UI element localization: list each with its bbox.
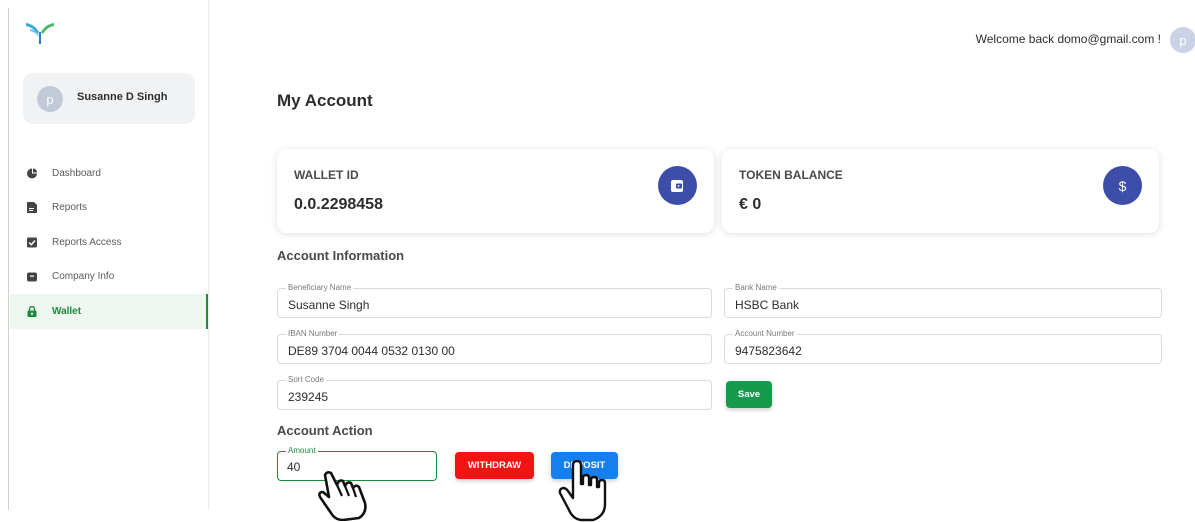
sidebar-item-dashboard[interactable]: Dashboard: [10, 156, 208, 191]
sort-code-field[interactable]: Sort Code 239245: [277, 375, 712, 410]
sort-code-value: 239245: [288, 390, 329, 404]
sidebar-item-label: Wallet: [52, 305, 82, 317]
sidebar-item-reports-access[interactable]: Reports Access: [10, 225, 208, 260]
page-title: My Account: [277, 91, 373, 110]
account-number-value: 9475823642: [735, 344, 802, 358]
window-left-edge: [8, 8, 9, 510]
token-balance-card: TOKEN BALANCE € 0 $: [722, 149, 1159, 233]
bank-name-field[interactable]: Bank Name HSBC Bank: [724, 283, 1162, 318]
save-button[interactable]: Save: [726, 381, 772, 408]
avatar: p: [37, 86, 63, 112]
account-information-heading: Account Information: [277, 248, 405, 263]
checkbox-icon: [27, 237, 37, 248]
token-balance-label: TOKEN BALANCE: [739, 168, 843, 182]
amount-value: 40: [287, 460, 301, 474]
document-icon: [27, 202, 37, 214]
amount-label: Amount: [286, 446, 318, 456]
sidebar-item-wallet[interactable]: Wallet: [10, 294, 208, 329]
beneficiary-name-label: Beneficiary Name: [286, 283, 354, 293]
briefcase-icon: [27, 272, 37, 282]
iban-number-value: DE89 3704 0044 0532 0130 00: [288, 344, 455, 358]
sidebar-item-label: Dashboard: [52, 167, 101, 179]
wallet-icon: [658, 166, 697, 205]
lock-icon: [27, 305, 37, 317]
sidebar-item-company-info[interactable]: Company Info: [10, 260, 208, 295]
sidebar-item-reports[interactable]: Reports: [10, 191, 208, 226]
pie-chart-icon: [27, 168, 37, 179]
sidebar-item-label: Reports Access: [52, 236, 122, 248]
profile-card[interactable]: p Susanne D Singh: [23, 73, 195, 124]
account-number-field[interactable]: Account Number 9475823642: [724, 329, 1162, 364]
sort-code-label: Sort Code: [286, 375, 327, 385]
wallet-id-card: WALLET ID 0.0.2298458: [277, 149, 714, 233]
welcome-text: Welcome back domo@gmail.com !: [975, 32, 1161, 46]
iban-number-field[interactable]: IBAN Number DE89 3704 0044 0532 0130 00: [277, 329, 712, 364]
bank-name-value: HSBC Bank: [735, 298, 800, 312]
user-avatar[interactable]: p: [1170, 27, 1195, 53]
profile-name: Susanne D Singh: [77, 91, 168, 103]
token-balance-value: € 0: [739, 196, 762, 213]
hand-cursor-icon: [318, 471, 367, 521]
sidebar: p Susanne D Singh Dashboard Reports Repo…: [10, 0, 209, 510]
beneficiary-name-field[interactable]: Beneficiary Name Susanne Singh: [277, 283, 712, 318]
sidebar-item-label: Reports: [52, 202, 88, 214]
account-action-heading: Account Action: [277, 423, 373, 438]
hand-pointer-cursor-icon: [558, 460, 607, 522]
bank-name-label: Bank Name: [733, 283, 779, 293]
wallet-id-value: 0.0.2298458: [294, 196, 383, 213]
wallet-id-label: WALLET ID: [294, 168, 359, 182]
app-logo[interactable]: [24, 20, 56, 46]
sidebar-item-label: Company Info: [52, 271, 115, 283]
beneficiary-name-value: Susanne Singh: [288, 298, 370, 312]
withdraw-button[interactable]: WITHDRAW: [455, 452, 534, 479]
account-number-label: Account Number: [733, 329, 797, 339]
iban-number-label: IBAN Number: [286, 329, 340, 339]
dollar-icon: $: [1103, 166, 1142, 205]
sidebar-nav: Dashboard Reports Reports Access Company…: [10, 156, 208, 329]
